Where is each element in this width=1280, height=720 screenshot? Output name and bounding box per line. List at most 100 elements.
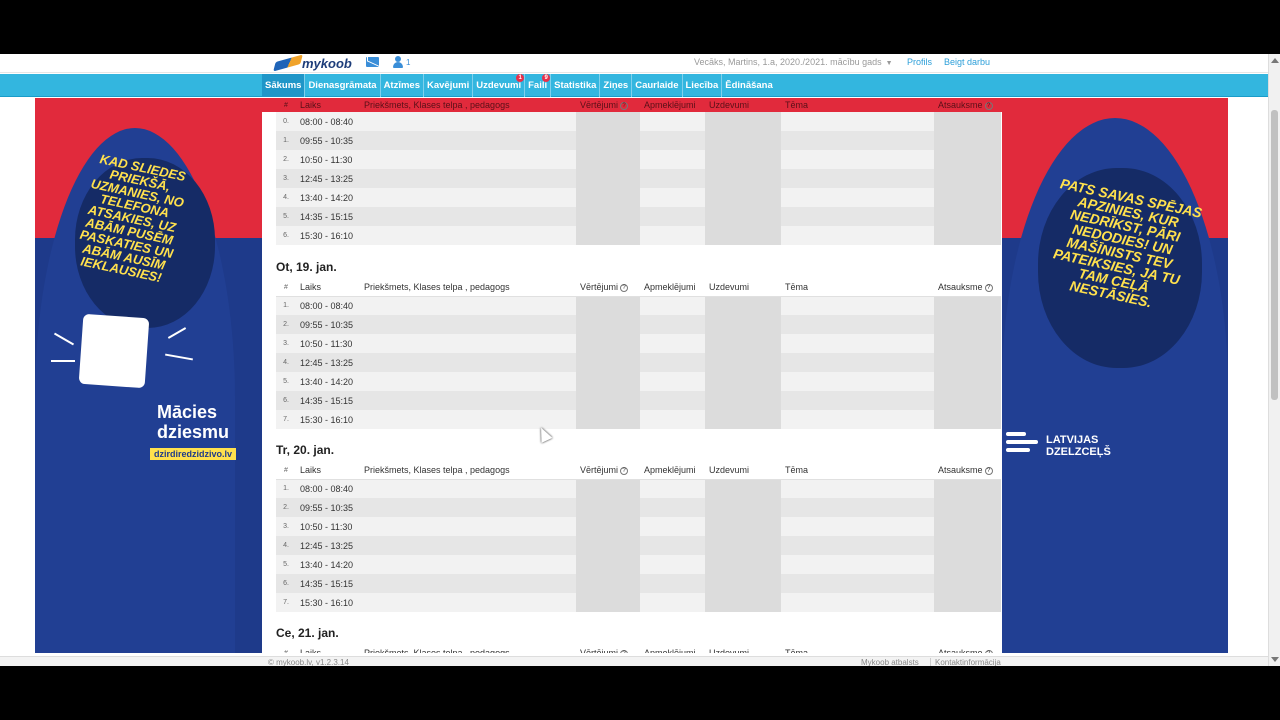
brand-line-1: LATVIJAS [1046,434,1099,446]
table-row[interactable]: 4. 12:45 - 13:25 [276,536,1001,555]
table-row[interactable]: 5. 13:40 - 14:20 [276,555,1001,574]
column-header-label: Tēma [785,100,809,110]
cell-num: 5. [276,207,296,226]
table-row[interactable]: 1. 09:55 - 10:35 [276,131,1001,150]
cell-time: 15:30 - 16:10 [296,226,360,245]
column-header-time: Laiks [296,462,360,480]
table-row[interactable]: 4. 12:45 - 13:25 [276,353,1001,372]
profile-link[interactable]: Profils [907,57,932,67]
help-icon[interactable]: ? [620,466,629,475]
ad-banner-right[interactable]: PATS SAVAS SPĒJAS APZINIES, KUR NEDRĪKST… [1002,98,1228,653]
table-row[interactable]: 3. 12:45 - 13:25 [276,169,1001,188]
table-row[interactable]: 6. 14:35 - 15:15 [276,574,1001,593]
column-header-subject: Priekšmets, Klases telpa , pedagogs [360,645,576,653]
cell-feedback [934,479,1001,498]
cell-attendance [640,207,705,226]
help-icon[interactable]: ? [984,466,993,475]
cell-num: 3. [276,169,296,188]
table-row[interactable]: 7. 15:30 - 16:10 [276,410,1001,429]
user-selector[interactable]: Vecāks, Martins, 1.a, 2020./2021. mācību… [694,57,893,67]
help-icon[interactable]: ? [984,283,993,292]
column-header-num: # [276,98,296,112]
nav-item[interactable]: Caurlaide [632,74,683,97]
column-header-subject: Priekšmets, Klases telpa , pedagogs [360,462,576,480]
table-row[interactable]: 6. 15:30 - 16:10 [276,226,1001,245]
headline-line-2: dziesmu [157,421,230,442]
cell-subject [360,226,576,245]
headline-line-1: Mācies [157,402,218,422]
table-row[interactable]: 2. 09:55 - 10:35 [276,498,1001,517]
nav-item[interactable]: Kavējumi [424,74,474,97]
column-header-num: # [276,645,296,653]
table-row[interactable]: 1. 08:00 - 08:40 [276,479,1001,498]
nav-items: Sākums Dienasgrāmata Atzīmes Kavējumi Uzdevu… [262,74,776,97]
table-row[interactable]: 3. 10:50 - 11:30 [276,334,1001,353]
cell-topic [781,517,934,536]
column-header-label: Vērtējumi [580,465,619,476]
cell-tasks [705,207,781,226]
nav-item-label: Kavējumi [427,80,470,91]
nav-item[interactable]: Dienasgrāmata [305,74,381,97]
table-header-row: # Laiks Priekšmets, Klases telpa , pedagog… [276,98,1001,112]
cell-subject [360,517,576,536]
lessons-table: # Laiks Priekšmets, Klases telpa , pedagog… [276,645,1001,653]
logo-text: mykoob [302,55,352,71]
users-icon[interactable] [393,56,403,68]
cell-time: 08:00 - 08:40 [296,479,360,498]
mail-icon[interactable] [366,57,379,67]
cell-subject [360,334,576,353]
nav-item-label: Ēdināšana [725,80,773,91]
table-row[interactable]: 5. 13:40 - 14:20 [276,372,1001,391]
cell-feedback [934,131,1001,150]
mykoob-logo[interactable]: mykoob [273,54,352,72]
table-row[interactable]: 2. 09:55 - 10:35 [276,315,1001,334]
nav-item[interactable]: Ēdināšana [722,74,776,97]
footer-contact-link[interactable]: Kontaktinformācija [930,658,1001,666]
help-icon[interactable]: ? [620,101,629,110]
table-row[interactable]: 6. 14:35 - 15:15 [276,391,1001,410]
cell-attendance [640,372,705,391]
table-row[interactable]: 0. 08:00 - 08:40 [276,112,1001,131]
ad-banner-left[interactable]: KAD SLIEDES PRIEKŠĀ, UZMANIES, NO TELEFO… [35,98,262,653]
table-row[interactable]: 3. 10:50 - 11:30 [276,517,1001,536]
cell-grades [576,315,640,334]
ad-right-brand: LATVIJAS DZELZCEĻŠ [1046,434,1111,458]
column-header-label: Vērtējumi [580,282,619,293]
table-row[interactable]: 1. 08:00 - 08:40 [276,296,1001,315]
table-row[interactable]: 5. 14:35 - 15:15 [276,207,1001,226]
help-icon[interactable]: ? [984,101,993,110]
cell-attendance [640,315,705,334]
scroll-thumb[interactable] [1271,110,1278,400]
cell-topic [781,353,934,372]
column-header-label: # [284,466,288,474]
cell-tasks [705,479,781,498]
table-row[interactable]: 4. 13:40 - 14:20 [276,188,1001,207]
nav-item[interactable]: Liecība [683,74,723,97]
logout-link[interactable]: Beigt darbu [944,57,990,67]
page-scrollbar[interactable] [1268,54,1280,666]
cell-tasks [705,498,781,517]
scroll-up-icon[interactable] [1271,58,1279,63]
nav-item[interactable]: Faili 9 [525,74,552,97]
cell-topic [781,296,934,315]
help-icon[interactable]: ? [984,649,993,653]
column-header-topic: Tēma [781,645,934,653]
column-header-topic: Tēma [781,98,934,112]
nav-item[interactable]: Statistika [551,74,601,97]
table-row[interactable]: 7. 15:30 - 16:10 [276,593,1001,612]
table-row[interactable]: 2. 10:50 - 11:30 [276,150,1001,169]
help-icon[interactable]: ? [620,649,629,653]
nav-item[interactable]: Sākums [262,74,306,97]
cell-attendance [640,574,705,593]
nav-item[interactable]: Atzīmes [381,74,424,97]
help-icon[interactable]: ? [620,283,629,292]
footer-support-link[interactable]: Mykoob atbalsts [861,658,919,666]
nav-item[interactable]: Uzdevumi 1 [473,74,526,97]
cell-num: 7. [276,410,296,429]
scroll-down-icon[interactable] [1271,657,1279,662]
users-count[interactable]: 1 [406,58,410,67]
cell-feedback [934,353,1001,372]
nav-item[interactable]: Ziņes [600,74,633,97]
cell-subject [360,372,576,391]
cell-time: 14:35 - 15:15 [296,391,360,410]
